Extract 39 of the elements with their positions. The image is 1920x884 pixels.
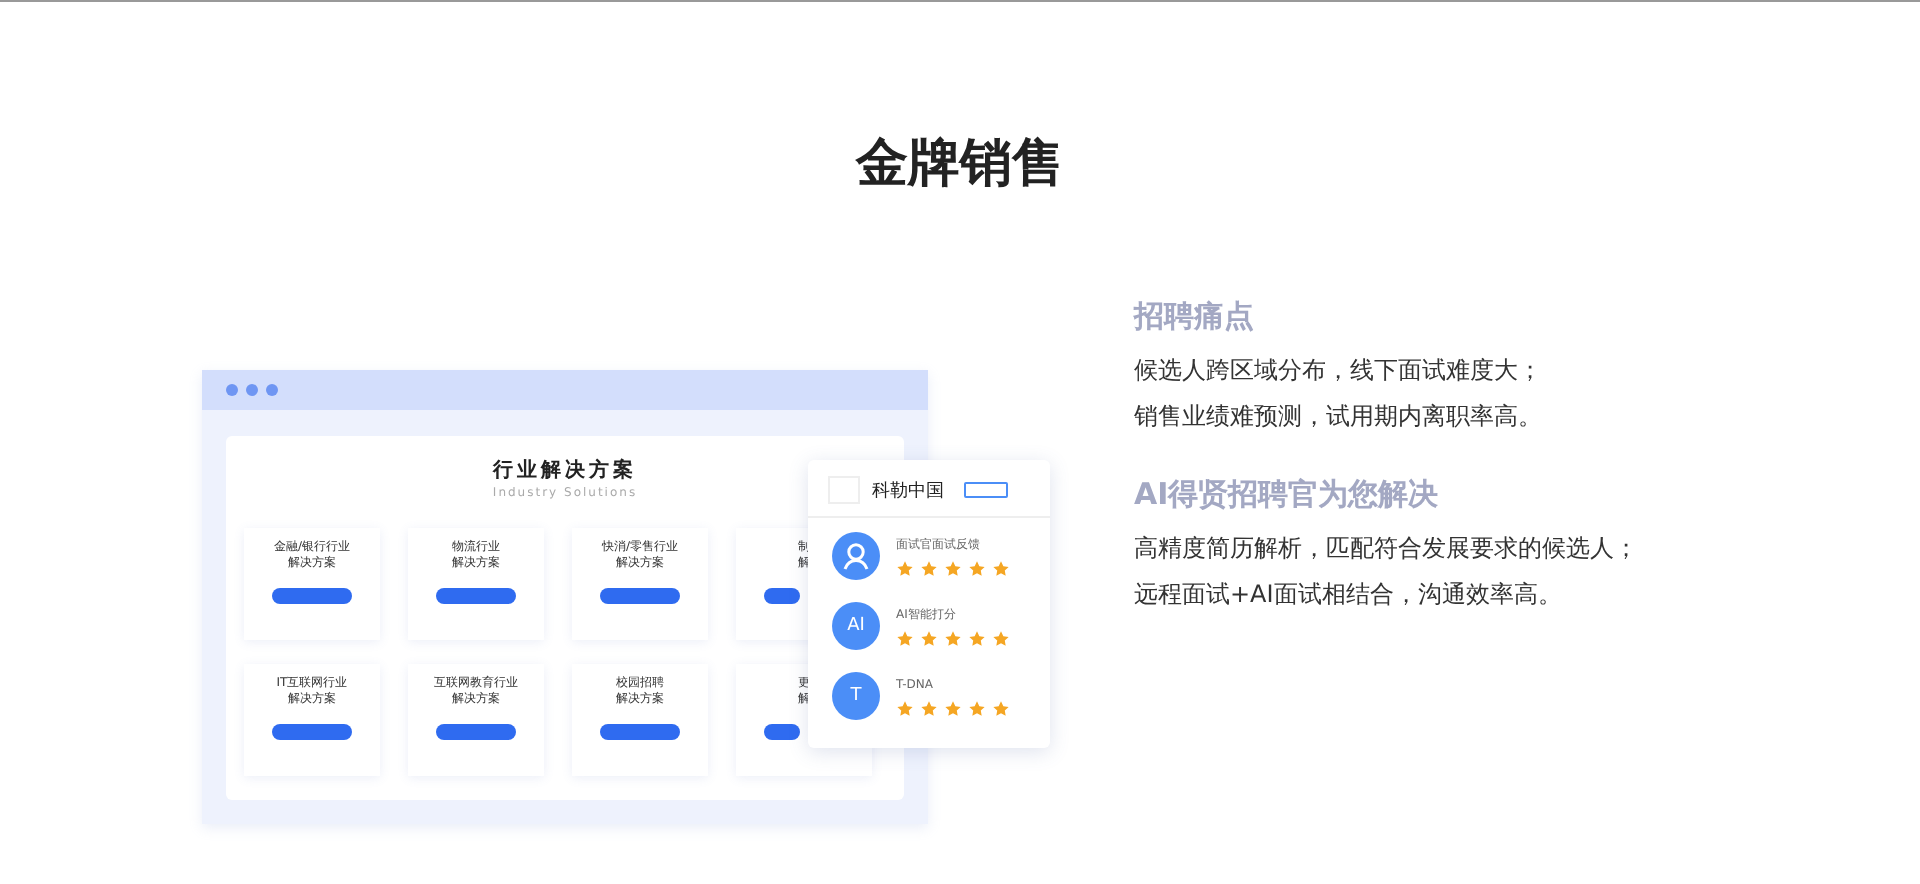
window-dot-icon [246, 384, 258, 396]
description-text: 候选人跨区域分布，线下面试难度大； [1134, 354, 1544, 388]
star-icon [968, 629, 986, 647]
avatar: T [832, 672, 880, 720]
star-icon [944, 699, 962, 717]
star-icon [968, 559, 986, 577]
more-button[interactable] [436, 724, 516, 740]
window-dot-icon [266, 384, 278, 396]
star-icon [944, 629, 962, 647]
star-icon [896, 629, 914, 647]
star-icon [992, 559, 1010, 577]
star-icon [944, 559, 962, 577]
star-icon [968, 699, 986, 717]
company-name: 科勒中国 [872, 479, 944, 503]
description-text: 远程面试+AI面试相结合，沟通效率高。 [1134, 578, 1564, 612]
avatar: AI [832, 602, 880, 650]
star-icon [920, 699, 938, 717]
more-button[interactable] [272, 588, 352, 604]
more-button[interactable] [436, 588, 516, 604]
more-button[interactable] [764, 724, 800, 740]
tag-icon [964, 482, 1008, 498]
star-icon [920, 559, 938, 577]
section-heading: 招聘痛点 [1134, 296, 1256, 336]
more-button[interactable] [764, 588, 800, 604]
window-dot-icon [226, 384, 238, 396]
panel-heading: 行业解决方案 [490, 456, 639, 484]
star-icon [992, 699, 1010, 717]
more-button[interactable] [600, 588, 680, 604]
section-heading: AI得贤招聘官为您解决 [1134, 474, 1441, 514]
user-icon [832, 532, 880, 580]
star-icon [992, 629, 1010, 647]
description-text: 销售业绩难预测，试用期内离职率高。 [1134, 400, 1544, 434]
star-icon [896, 559, 914, 577]
section-title: 金牌销售 [853, 132, 1066, 198]
star-icon [896, 699, 914, 717]
star-icon [920, 629, 938, 647]
description-text: 高精度简历解析，匹配符合发展要求的候选人； [1134, 532, 1638, 566]
more-button[interactable] [600, 724, 680, 740]
more-button[interactable] [272, 724, 352, 740]
